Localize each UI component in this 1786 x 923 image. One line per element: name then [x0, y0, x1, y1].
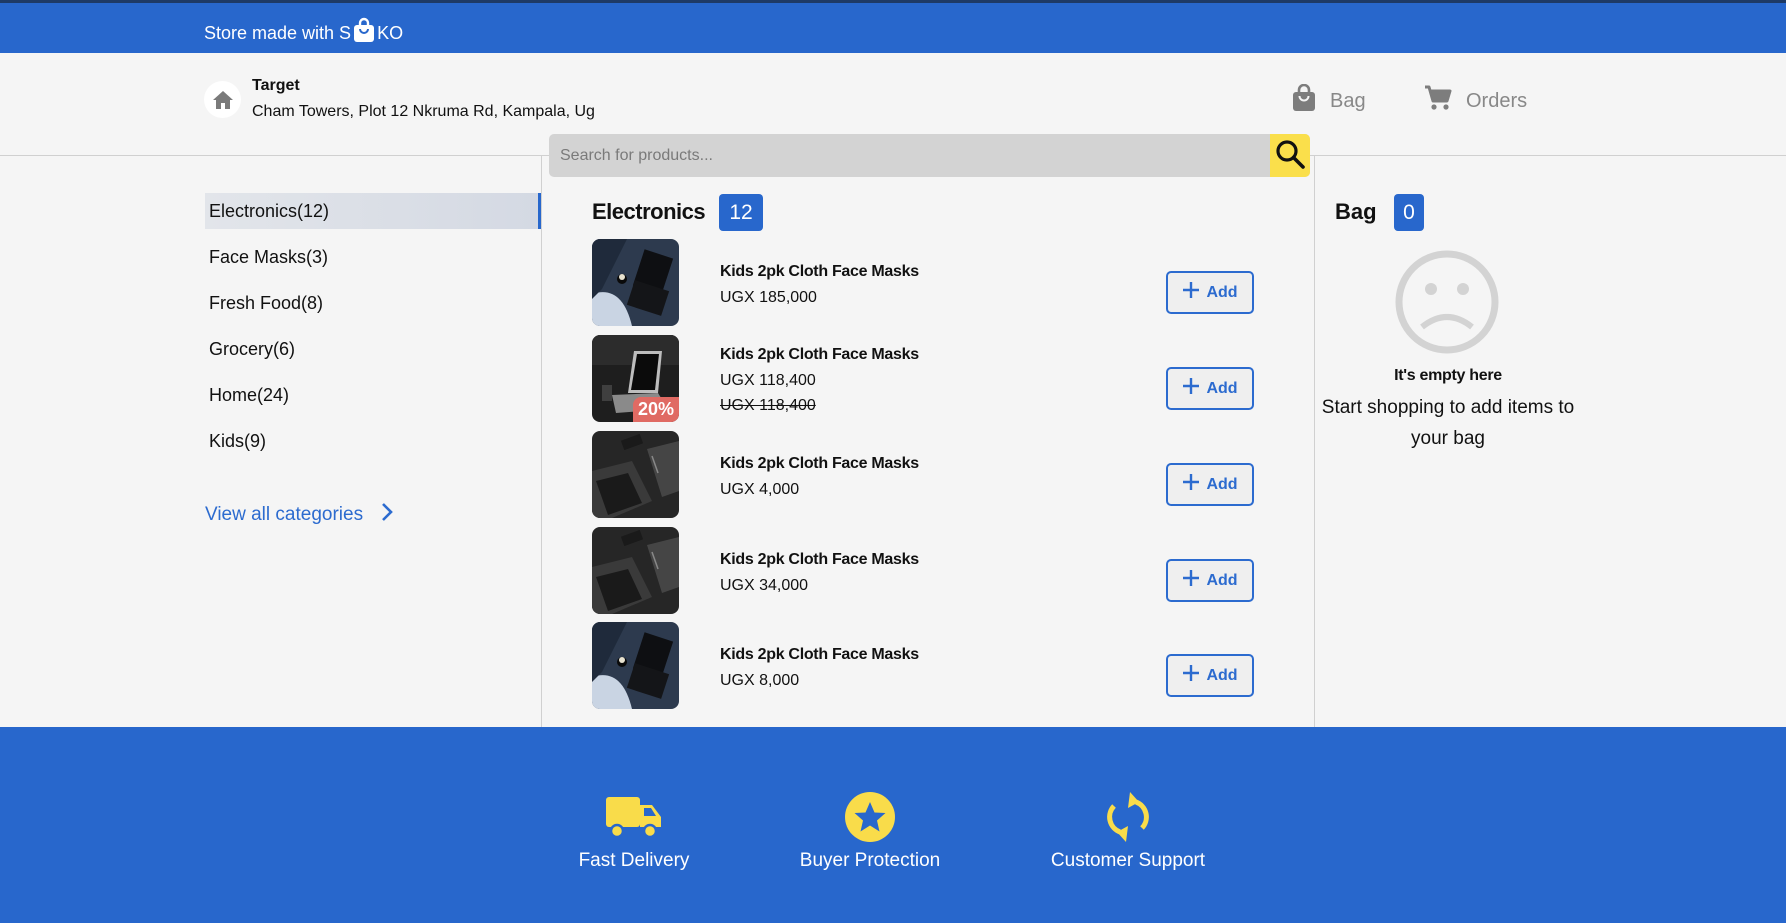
category-item-fresh-food[interactable]: Fresh Food(8) [205, 285, 541, 321]
product-price: UGX 8,000 [720, 672, 800, 689]
promo-text[interactable]: Store made with S KO [204, 17, 403, 49]
product-image[interactable] [592, 622, 679, 709]
category-item-home[interactable]: Home(24) [205, 377, 541, 413]
feature-buyer-protection: Buyer Protection [770, 790, 970, 872]
feature-fast-delivery: Fast Delivery [534, 790, 734, 872]
bag-title: Bag [1335, 199, 1377, 224]
star-badge-icon [770, 790, 970, 844]
add-to-bag-button[interactable]: Add [1166, 559, 1254, 602]
product-price: UGX 4,000 [720, 481, 800, 498]
add-label: Add [1206, 475, 1238, 493]
shopping-bag-icon [353, 17, 375, 43]
product-name[interactable]: Kids 2pk Cloth Face Masks [720, 551, 919, 569]
bag-count-badge: 0 [1394, 194, 1424, 231]
nav-orders-label: Orders [1466, 89, 1528, 112]
product-name[interactable]: Kids 2pk Cloth Face Masks [720, 455, 919, 473]
add-label: Add [1206, 571, 1238, 589]
add-to-bag-button[interactable]: Add [1166, 271, 1254, 314]
home-icon[interactable] [204, 81, 241, 118]
empty-bag-title: It's empty here [1394, 367, 1502, 384]
add-to-bag-button[interactable]: Add [1166, 463, 1254, 506]
product-old-price: UGX 118,400 [720, 397, 816, 414]
feature-customer-support: Customer Support [1028, 790, 1228, 872]
chevron-right-icon [363, 502, 393, 528]
category-title: Electronics [592, 199, 706, 224]
promo-text-after: KO [377, 22, 404, 43]
store-address: Cham Towers, Plot 12 Nkruma Rd, Kampala,… [252, 103, 595, 120]
product-image[interactable] [592, 527, 679, 614]
search-icon [1274, 138, 1306, 174]
product-name[interactable]: Kids 2pk Cloth Face Masks [720, 263, 919, 281]
add-label: Add [1206, 283, 1238, 301]
add-to-bag-button[interactable]: Add [1166, 367, 1254, 410]
shopping-bag-icon [1292, 83, 1330, 118]
search-bar [549, 134, 1310, 177]
sidebar-divider [541, 156, 542, 727]
product-row: Kids 2pk Cloth Face Masks UGX 185,000 Ad… [592, 239, 1272, 327]
product-name[interactable]: Kids 2pk Cloth Face Masks [720, 646, 919, 664]
feature-label: Customer Support [1050, 850, 1206, 871]
product-row: 20% Kids 2pk Cloth Face Masks UGX 118,40… [592, 335, 1272, 423]
category-item-kids[interactable]: Kids(9) [205, 423, 541, 459]
cart-icon [1424, 84, 1466, 118]
plus-icon [1182, 664, 1206, 687]
nav-orders-link[interactable]: Orders [1424, 84, 1527, 118]
add-label: Add [1206, 379, 1238, 397]
add-to-bag-button[interactable]: Add [1166, 654, 1254, 697]
bag-divider [1314, 156, 1315, 727]
plus-icon [1182, 281, 1206, 304]
sad-face-icon [1394, 249, 1500, 359]
nav-bag-link[interactable]: Bag [1292, 83, 1366, 118]
category-item-face-masks[interactable]: Face Masks(3) [205, 239, 541, 275]
promo-text-before: Store made with S [204, 22, 352, 43]
refresh-icon [1028, 790, 1228, 844]
truck-icon [534, 790, 734, 844]
discount-badge: 20% [632, 397, 679, 422]
product-image[interactable]: 20% [592, 335, 679, 422]
category-item-electronics[interactable]: Electronics(12) [205, 193, 541, 229]
feature-label: Buyer Protection [799, 850, 941, 871]
product-name[interactable]: Kids 2pk Cloth Face Masks [720, 346, 919, 364]
product-image[interactable] [592, 431, 679, 518]
plus-icon [1182, 377, 1206, 400]
product-price: UGX 118,400 [720, 372, 816, 389]
view-all-categories-link[interactable]: View all categories [205, 502, 393, 528]
search-button[interactable] [1270, 134, 1310, 177]
category-count-badge: 12 [719, 194, 763, 231]
product-image[interactable] [592, 239, 679, 326]
search-input[interactable] [549, 134, 1270, 177]
category-item-grocery[interactable]: Grocery(6) [205, 331, 541, 367]
plus-icon [1182, 473, 1206, 496]
nav-bag-label: Bag [1330, 89, 1366, 112]
empty-bag-message: Start shopping to add items to your bag [1321, 397, 1575, 449]
product-row: Kids 2pk Cloth Face Masks UGX 4,000 Add [592, 431, 1272, 519]
feature-label: Fast Delivery [578, 850, 690, 871]
product-price: UGX 34,000 [720, 577, 809, 594]
product-row: Kids 2pk Cloth Face Masks UGX 34,000 Add [592, 527, 1272, 615]
plus-icon [1182, 569, 1206, 592]
view-all-label: View all categories [205, 504, 364, 525]
product-row: Kids 2pk Cloth Face Masks UGX 8,000 Add [592, 622, 1272, 710]
store-name: Target [252, 77, 300, 94]
add-label: Add [1206, 666, 1238, 684]
product-price: UGX 185,000 [720, 289, 817, 306]
category-sidebar: Electronics(12) Face Masks(3) Fresh Food… [205, 193, 541, 469]
